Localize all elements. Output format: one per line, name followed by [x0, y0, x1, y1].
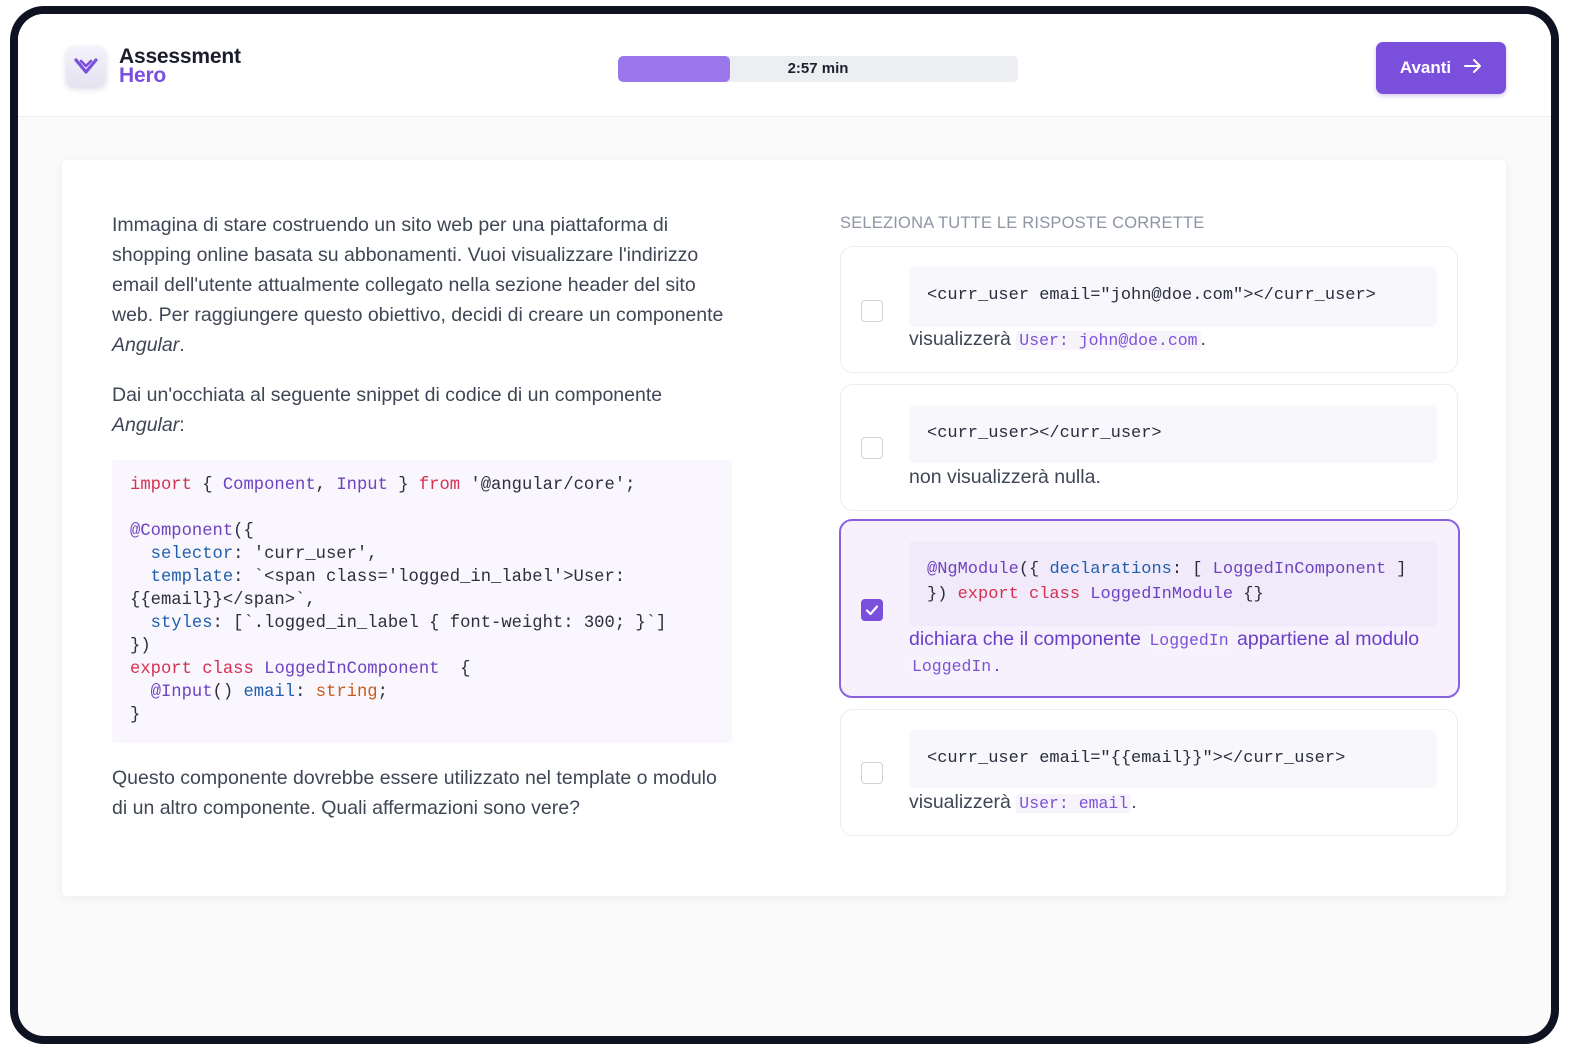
logo: Assessment Hero: [66, 46, 241, 86]
app-screen: Assessment Hero 2:57 min Avanti Immagina…: [18, 14, 1551, 1036]
code-snippet: import { Component, Input } from '@angul…: [112, 460, 732, 743]
answer-description-2: non visualizzerà nulla.: [909, 466, 1101, 488]
answer-description-1: visualizzerà User: john@doe.com.: [909, 328, 1206, 350]
answer-description-4: visualizzerà User: email.: [909, 791, 1137, 813]
question-panel: Immagina di stare costruendo un sito web…: [112, 210, 732, 843]
answer-checkbox-2[interactable]: [861, 437, 883, 459]
answer-option-1[interactable]: <curr_user email="john@doe.com"></curr_u…: [840, 246, 1458, 373]
timer-label: 2:57 min: [787, 60, 849, 77]
answer-option-4[interactable]: <curr_user email="{{email}}"></curr_user…: [840, 709, 1458, 836]
answer-snippet-3: @NgModule({ declarations: [ LoggedInComp…: [909, 541, 1438, 626]
answer-option-2[interactable]: <curr_user></curr_user> non visualizzerà…: [840, 384, 1458, 511]
question-paragraph-2: Dai un'occhiata al seguente snippet di c…: [112, 384, 663, 436]
timer-progress-bar: 2:57 min: [618, 56, 1018, 82]
logo-text-hero: Hero: [119, 64, 167, 87]
device-frame: Assessment Hero 2:57 min Avanti Immagina…: [10, 6, 1559, 1044]
answer-checkbox-1[interactable]: [861, 300, 883, 322]
arrow-right-icon: [1464, 58, 1482, 79]
question-paragraph-1: Immagina di stare costruendo un sito web…: [112, 214, 724, 356]
answers-instruction: SELEZIONA TUTTE LE RISPOSTE CORRETTE: [840, 214, 1205, 232]
question-paragraph-3: Questo componente dovrebbe essere utiliz…: [112, 767, 717, 819]
answer-option-3[interactable]: @NgModule({ declarations: [ LoggedInComp…: [839, 519, 1460, 698]
answer-description-3: dichiara che il componente LoggedIn appa…: [909, 628, 1420, 676]
question-card: Immagina di stare costruendo un sito web…: [62, 160, 1506, 896]
answer-checkbox-4[interactable]: [861, 762, 883, 784]
answer-checkbox-3[interactable]: [861, 599, 883, 621]
top-bar: Assessment Hero 2:57 min Avanti: [18, 14, 1551, 117]
checkmark-icon: [865, 605, 879, 616]
answer-snippet-1: <curr_user email="john@doe.com"></curr_u…: [909, 267, 1437, 327]
next-button-label: Avanti: [1399, 58, 1452, 77]
answer-snippet-4: <curr_user email="{{email}}"></curr_user…: [909, 730, 1437, 788]
next-button[interactable]: Avanti: [1376, 42, 1506, 94]
heart-check-icon: [66, 46, 106, 86]
answer-snippet-2: <curr_user></curr_user>: [909, 405, 1437, 463]
